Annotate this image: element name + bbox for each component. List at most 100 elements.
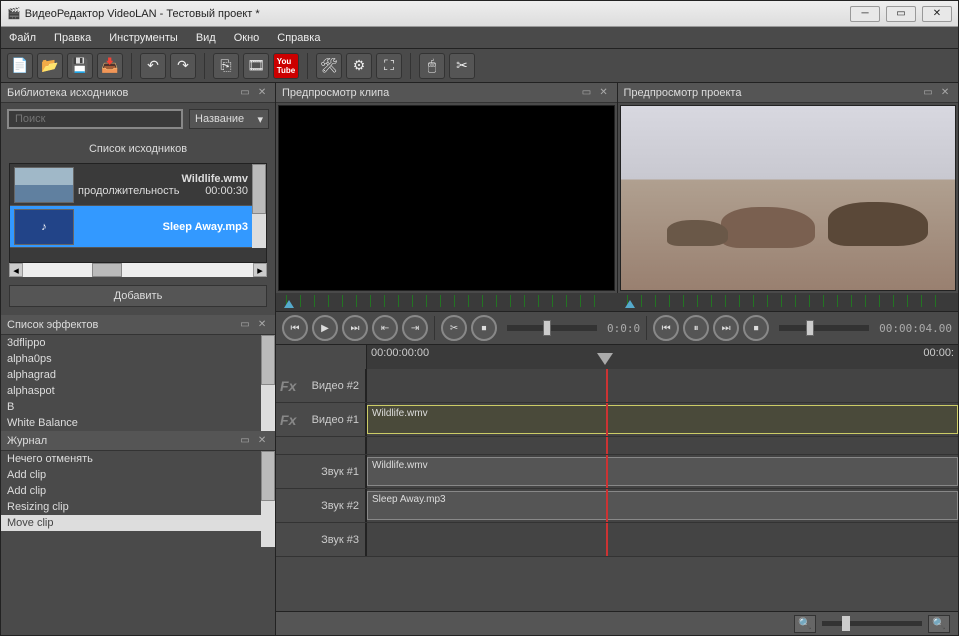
minimize-button[interactable]: ─ <box>850 6 880 22</box>
timeline-clip[interactable]: Wildlife.wmv <box>367 405 958 434</box>
scroll-right-icon[interactable]: ▸ <box>253 263 267 277</box>
track-label[interactable]: Звук #1 <box>276 455 366 488</box>
track-content[interactable]: Wildlife.wmv <box>366 403 958 436</box>
undock-icon[interactable]: ▭ <box>238 318 252 332</box>
menu-tools[interactable]: Инструменты <box>109 32 178 44</box>
ruler-marker-icon[interactable] <box>284 300 294 308</box>
track-content[interactable]: Sleep Away.mp3 <box>366 489 958 522</box>
prev-frame-button[interactable]: ⏮ <box>282 315 308 341</box>
zoom-slider[interactable] <box>822 621 922 626</box>
menu-view[interactable]: Вид <box>196 32 216 44</box>
effect-item[interactable]: 3dflippo <box>1 335 275 351</box>
menu-edit[interactable]: Правка <box>54 32 91 44</box>
journal-item[interactable]: Add clip <box>1 483 275 499</box>
youtube-icon[interactable]: YouTube <box>273 53 299 79</box>
scroll-left-icon[interactable]: ◂ <box>9 263 23 277</box>
effect-item[interactable]: alphaspot <box>1 383 275 399</box>
clip-preview-viewport[interactable] <box>278 105 615 291</box>
render-icon[interactable]: ⎘ <box>213 53 239 79</box>
project-play-button[interactable]: ⏸ <box>683 315 709 341</box>
sort-label: Название <box>195 113 244 125</box>
close-panel-icon[interactable]: ✕ <box>597 86 611 100</box>
vertical-scrollbar[interactable] <box>261 335 275 431</box>
project-stop-button[interactable]: ⏹ <box>743 315 769 341</box>
effect-item[interactable]: alphagrad <box>1 367 275 383</box>
pointer-tool-icon[interactable]: 🖱 <box>419 53 445 79</box>
project-ruler[interactable] <box>617 293 958 311</box>
track-label[interactable]: Звук #2 <box>276 489 366 522</box>
project-preview-viewport[interactable] <box>620 105 957 291</box>
journal-item[interactable]: Resizing clip <box>1 499 275 515</box>
menu-window[interactable]: Окно <box>234 32 260 44</box>
import-icon[interactable]: 📥 <box>97 53 123 79</box>
volume-slider[interactable] <box>507 325 597 331</box>
mark-in-button[interactable]: ⇤ <box>372 315 398 341</box>
new-project-icon[interactable]: 📄 <box>7 53 33 79</box>
timeline-clip[interactable]: Sleep Away.mp3 <box>367 491 958 520</box>
sort-dropdown[interactable]: Название ▾ <box>189 109 269 129</box>
cut-tool-icon[interactable]: ✂ <box>449 53 475 79</box>
search-input[interactable] <box>7 109 183 129</box>
close-button[interactable]: ✕ <box>922 6 952 22</box>
fx-badge[interactable]: Fx <box>280 378 296 394</box>
track-label[interactable]: Fx Видео #1 <box>276 403 366 436</box>
track-label[interactable]: Звук #3 <box>276 523 366 556</box>
redo-icon[interactable]: ↷ <box>170 53 196 79</box>
chevron-down-icon: ▾ <box>257 113 263 126</box>
timeline-header: 00:00:00:00 00:00: <box>276 345 958 369</box>
journal-item[interactable]: Add clip <box>1 467 275 483</box>
clip-ruler[interactable] <box>276 293 617 311</box>
journal-item[interactable]: Нечего отменять <box>1 451 275 467</box>
export-icon[interactable]: 🎞 <box>243 53 269 79</box>
next-frame-button[interactable]: ⏭ <box>342 315 368 341</box>
open-icon[interactable]: 📂 <box>37 53 63 79</box>
save-icon[interactable]: 💾 <box>67 53 93 79</box>
journal-item[interactable]: Move clip <box>1 515 275 531</box>
track-content[interactable] <box>366 523 958 556</box>
mark-out-button[interactable]: ⇥ <box>402 315 428 341</box>
app-icon: 🎬 <box>7 7 21 20</box>
media-item[interactable]: ♪ Sleep Away.mp3 <box>10 206 266 248</box>
zoom-in-button[interactable]: 🔍 <box>928 615 950 633</box>
effect-item[interactable]: alpha0ps <box>1 351 275 367</box>
close-panel-icon[interactable]: ✕ <box>255 318 269 332</box>
horizontal-scrollbar[interactable]: ◂ ▸ <box>9 263 267 277</box>
track-content[interactable] <box>366 369 958 402</box>
undo-icon[interactable]: ↶ <box>140 53 166 79</box>
play-button[interactable]: ▶ <box>312 315 338 341</box>
wizard-icon[interactable]: ⚙ <box>346 53 372 79</box>
timeline-clip[interactable]: Wildlife.wmv <box>367 457 958 486</box>
close-panel-icon[interactable]: ✕ <box>255 434 269 448</box>
undock-icon[interactable]: ▭ <box>238 434 252 448</box>
vertical-scrollbar[interactable] <box>261 451 275 547</box>
vertical-scrollbar[interactable] <box>252 164 266 248</box>
playhead-icon[interactable] <box>597 353 613 365</box>
menu-help[interactable]: Справка <box>277 32 320 44</box>
track-content[interactable]: Wildlife.wmv <box>366 455 958 488</box>
menu-file[interactable]: Файл <box>9 32 36 44</box>
media-item[interactable]: Wildlife.wmv продолжительность 00:00:30 <box>10 164 266 206</box>
effect-item[interactable]: B <box>1 399 275 415</box>
clip-preview-title: Предпросмотр клипа <box>282 87 577 99</box>
fullscreen-icon[interactable]: ⛶ <box>376 53 402 79</box>
cut-button[interactable]: ✂ <box>441 315 467 341</box>
ruler-marker-icon[interactable] <box>625 300 635 308</box>
effect-item[interactable]: White Balance <box>1 415 275 431</box>
timeline-ruler[interactable]: 00:00:00:00 00:00: <box>366 345 958 369</box>
add-media-button[interactable]: Добавить <box>9 285 267 307</box>
project-volume-slider[interactable] <box>779 325 869 331</box>
track-label[interactable]: Fx Видео #2 <box>276 369 366 402</box>
journal-list: Нечего отменять Add clip Add clip Resizi… <box>1 451 275 547</box>
fx-badge[interactable]: Fx <box>280 412 296 428</box>
project-prev-button[interactable]: ⏮ <box>653 315 679 341</box>
stop-button[interactable]: ⏹ <box>471 315 497 341</box>
undock-icon[interactable]: ▭ <box>238 86 252 100</box>
zoom-out-button[interactable]: 🔍 <box>794 615 816 633</box>
maximize-button[interactable]: ▭ <box>886 6 916 22</box>
close-panel-icon[interactable]: ✕ <box>938 86 952 100</box>
settings-icon[interactable]: 🛠 <box>316 53 342 79</box>
undock-icon[interactable]: ▭ <box>921 86 935 100</box>
project-next-button[interactable]: ⏭ <box>713 315 739 341</box>
close-panel-icon[interactable]: ✕ <box>255 86 269 100</box>
undock-icon[interactable]: ▭ <box>580 86 594 100</box>
